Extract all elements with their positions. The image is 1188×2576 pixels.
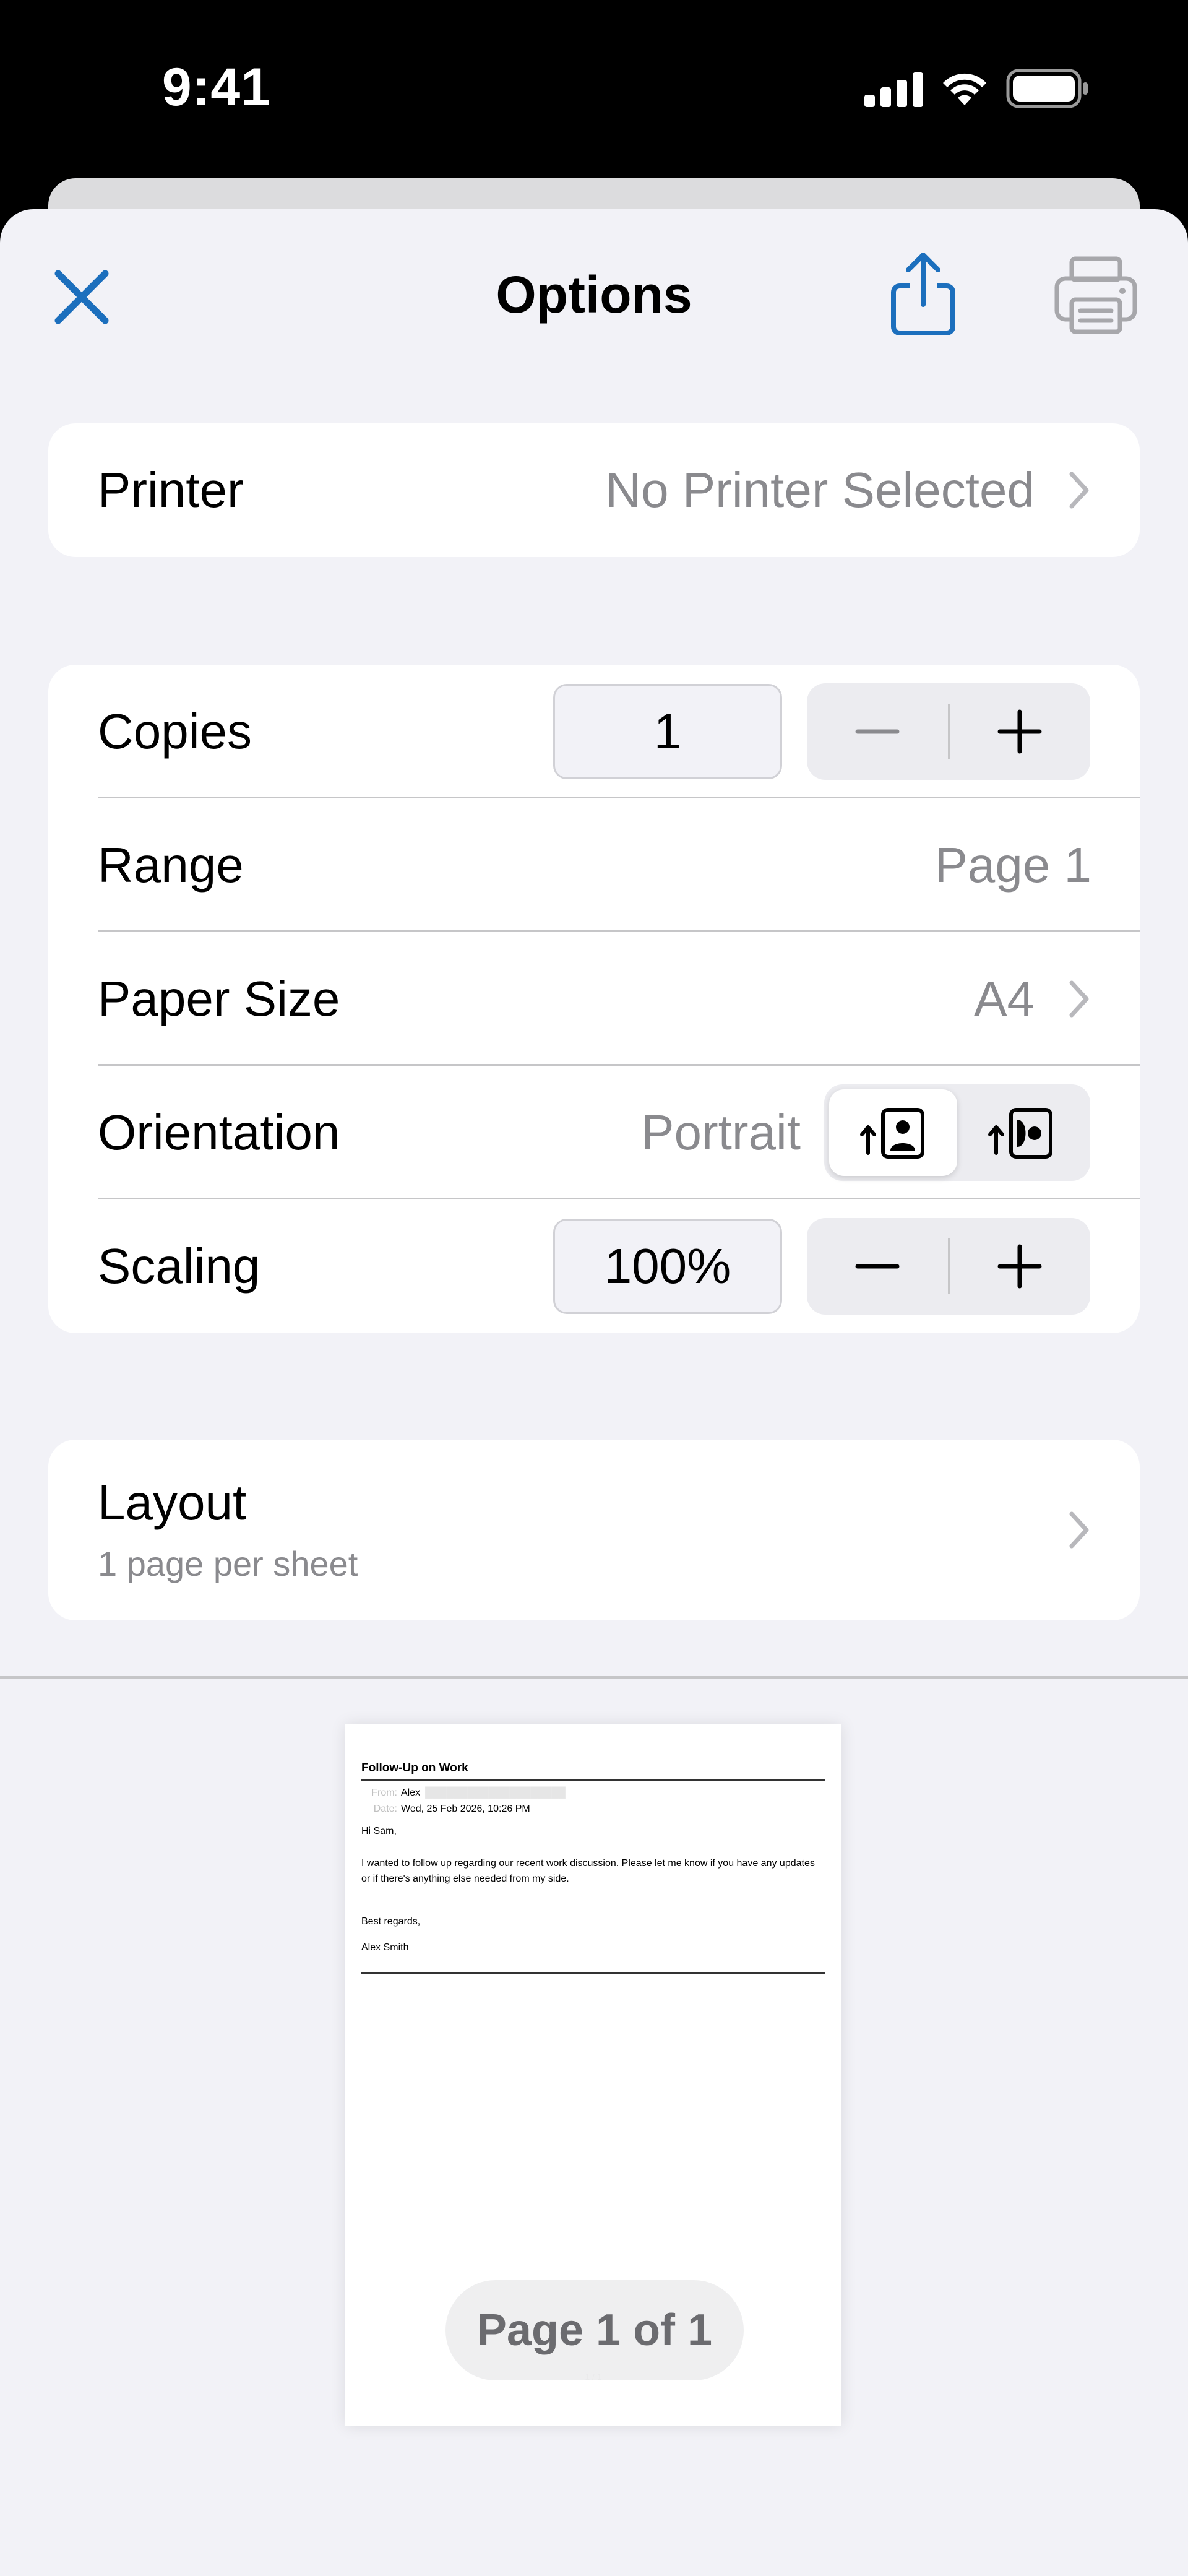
preview-top-rule bbox=[361, 1779, 825, 1781]
layout-card[interactable]: Layout 1 page per sheet bbox=[48, 1440, 1140, 1620]
share-icon bbox=[891, 253, 955, 335]
orientation-row: Orientation Portrait bbox=[48, 1066, 1140, 1199]
copies-decrement-button[interactable] bbox=[807, 683, 948, 780]
from-value: Alex bbox=[401, 1787, 421, 1798]
page-title: Options bbox=[496, 266, 692, 324]
cellular-signal-icon bbox=[864, 70, 923, 107]
scaling-stepper[interactable] bbox=[807, 1218, 1090, 1315]
from-key: From: bbox=[371, 1787, 397, 1798]
range-value: Page 1 bbox=[934, 837, 1091, 893]
nav-bar: Options bbox=[0, 209, 1188, 383]
settings-card: Copies 1 Range Page 1 Paper Size A4 Orie… bbox=[48, 665, 1140, 1333]
copies-increment-button[interactable] bbox=[950, 683, 1091, 780]
preview-signature: Alex Smith bbox=[361, 1942, 409, 1953]
paper-size-label: Paper Size bbox=[98, 971, 340, 1026]
date-key: Date: bbox=[373, 1804, 397, 1814]
scaling-decrement-button[interactable] bbox=[807, 1218, 948, 1315]
preview-body: I wanted to follow up regarding our rece… bbox=[361, 1858, 815, 1884]
preview-closing: Best regards, bbox=[361, 1916, 421, 1927]
paper-size-value: A4 bbox=[974, 971, 1035, 1026]
minus-icon bbox=[855, 729, 900, 734]
status-icons bbox=[864, 67, 1089, 110]
printer-value: No Printer Selected bbox=[605, 462, 1035, 517]
chevron-right-icon bbox=[1069, 980, 1089, 1018]
date-value: Wed, 25 Feb 2026, 10:26 PM bbox=[401, 1804, 530, 1814]
layout-subtitle: 1 page per sheet bbox=[98, 1544, 358, 1583]
layout-label: Layout bbox=[98, 1475, 247, 1530]
scaling-label: Scaling bbox=[98, 1238, 260, 1294]
scaling-row: Scaling 100% bbox=[48, 1199, 1140, 1333]
plus-icon bbox=[997, 1244, 1042, 1289]
minus-icon bbox=[855, 1264, 900, 1269]
printer-icon bbox=[1054, 256, 1137, 334]
battery-icon bbox=[1006, 69, 1089, 108]
redacted-email: ████████████████████ bbox=[425, 1787, 566, 1798]
scaling-field[interactable]: 100% bbox=[553, 1219, 782, 1314]
plus-icon bbox=[997, 709, 1042, 754]
range-row[interactable]: Range Page 1 bbox=[48, 798, 1140, 932]
orientation-label: Orientation bbox=[98, 1105, 340, 1160]
preview-from: From: Alex ████████████████████ bbox=[361, 1787, 566, 1799]
preview-bottom-rule bbox=[361, 1972, 825, 1974]
printer-card[interactable]: Printer No Printer Selected bbox=[48, 423, 1140, 557]
copies-label: Copies bbox=[98, 704, 252, 759]
scaling-increment-button[interactable] bbox=[950, 1218, 1091, 1315]
status-bar: 9:41 bbox=[0, 0, 1188, 179]
preview-date: Date: Wed, 25 Feb 2026, 10:26 PM bbox=[361, 1804, 530, 1815]
portrait-icon bbox=[859, 1108, 924, 1159]
landscape-option[interactable] bbox=[957, 1089, 1085, 1176]
wifi-icon bbox=[939, 69, 990, 108]
preview-greeting: Hi Sam, bbox=[361, 1826, 397, 1836]
printer-row[interactable]: Printer No Printer Selected bbox=[48, 423, 1140, 557]
page-count-badge: Page 1 of 1 bbox=[446, 2280, 744, 2380]
share-button[interactable] bbox=[886, 250, 960, 337]
print-button[interactable] bbox=[1053, 255, 1138, 335]
copies-row: Copies 1 bbox=[48, 665, 1140, 798]
portrait-option[interactable] bbox=[829, 1089, 957, 1176]
chevron-right-icon bbox=[1069, 472, 1089, 509]
orientation-segmented-control[interactable] bbox=[824, 1084, 1090, 1181]
copies-stepper[interactable] bbox=[807, 683, 1090, 780]
preview-divider bbox=[0, 1676, 1188, 1679]
printer-label: Printer bbox=[98, 462, 244, 517]
range-label: Range bbox=[98, 837, 244, 893]
orientation-value: Portrait bbox=[641, 1105, 801, 1160]
print-options-sheet: Options Printer No Printer Selected Copi… bbox=[0, 209, 1188, 2576]
paper-size-row[interactable]: Paper Size A4 bbox=[48, 932, 1140, 1066]
status-time: 9:41 bbox=[161, 58, 272, 117]
landscape-icon bbox=[988, 1108, 1052, 1159]
preview-subject: Follow-Up on Work bbox=[361, 1761, 468, 1774]
chevron-right-icon bbox=[1069, 1511, 1089, 1549]
copies-field[interactable]: 1 bbox=[553, 684, 782, 779]
